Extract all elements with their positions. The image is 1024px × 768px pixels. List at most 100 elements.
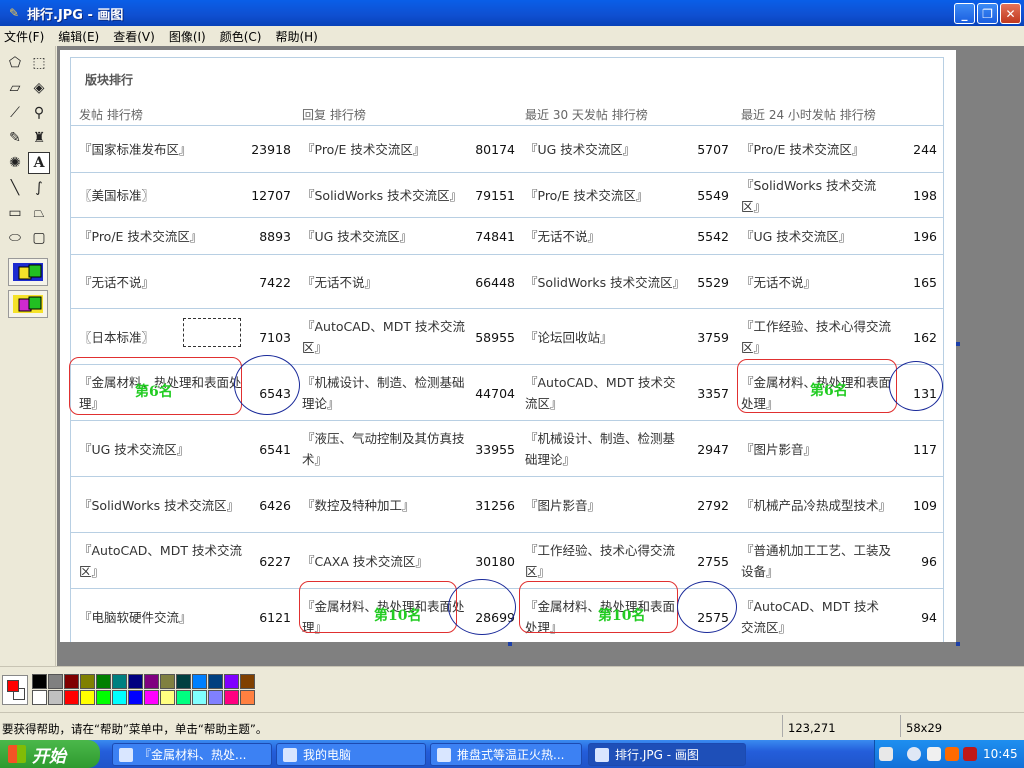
- menu-view[interactable]: 查看(V): [113, 28, 155, 45]
- table-row: 『国家标准发布区』 23918 『Pro/E 技术交流区』 80174 『UG 技术交流…: [71, 125, 943, 172]
- forum-name-cell: 『SolidWorks 技术交流区』: [79, 497, 240, 513]
- forum-name-cell: 『普通机加工工艺、工装及设备』: [741, 543, 892, 579]
- post-count-cell: 162: [913, 329, 937, 345]
- post-count-cell: 5542: [697, 229, 729, 244]
- forum-name-cell: 『AutoCAD、MDT 技术交流区』: [302, 319, 465, 355]
- foreground-color: [7, 680, 19, 692]
- color-swatch[interactable]: [96, 674, 111, 689]
- post-count-cell: 244: [913, 142, 937, 157]
- color-swatch[interactable]: [112, 690, 127, 705]
- forum-ranking-table: 版块排行 发帖 排行榜 回复 排行榜 最近 30 天发帖 排行榜 最近 24 小…: [70, 57, 944, 642]
- color-swatch[interactable]: [224, 690, 239, 705]
- post-count-cell: 2947: [697, 441, 729, 457]
- color-swatch[interactable]: [48, 690, 63, 705]
- color-swatch[interactable]: [64, 690, 79, 705]
- title-bar[interactable]: ✎ 排行.JPG - 画图 _ ❐ ✕: [0, 0, 1024, 26]
- color-swatch[interactable]: [64, 674, 79, 689]
- status-help-text: 要获得帮助，请在“帮助”菜单中，单击“帮助主题”。: [2, 722, 268, 736]
- taskbar-item[interactable]: 排行.JPG - 画图: [588, 743, 746, 766]
- current-colors: [2, 675, 28, 705]
- canvas-area: 版块排行 发帖 排行榜 回复 排行榜 最近 30 天发帖 排行榜 最近 24 小…: [57, 46, 1024, 666]
- table-title: 版块排行: [85, 73, 134, 87]
- forum-name-cell: 『图片影音』: [525, 497, 601, 513]
- menu-edit[interactable]: 编辑(E): [58, 28, 99, 45]
- antivirus-icon[interactable]: [945, 747, 959, 761]
- text-selection-box[interactable]: [183, 318, 241, 347]
- color-swatch[interactable]: [80, 674, 95, 689]
- ellipse-icon[interactable]: ⬭: [4, 227, 26, 249]
- picker-icon[interactable]: ⟋: [4, 102, 26, 124]
- rank-label: 第6名: [135, 384, 173, 400]
- free-select-icon[interactable]: ⬠: [4, 52, 26, 74]
- forum-name-cell: 『机械设计、制造、检测基础理论』: [525, 431, 676, 467]
- start-button[interactable]: 开始: [0, 740, 100, 768]
- menu-help[interactable]: 帮助(H): [275, 28, 317, 45]
- color-swatch[interactable]: [240, 690, 255, 705]
- resize-handle[interactable]: [956, 342, 960, 346]
- menu-file[interactable]: 文件(F): [4, 28, 44, 45]
- color-swatch[interactable]: [48, 674, 63, 689]
- text-icon[interactable]: A: [28, 152, 50, 174]
- color-swatch[interactable]: [192, 674, 207, 689]
- transparent-option[interactable]: [8, 290, 48, 318]
- network-icon[interactable]: [927, 747, 941, 761]
- curve-icon[interactable]: ∫: [28, 177, 50, 199]
- kaspersky-icon[interactable]: [963, 747, 977, 761]
- minimize-button[interactable]: _: [954, 3, 975, 24]
- color-swatch[interactable]: [32, 690, 47, 705]
- color-swatch[interactable]: [208, 674, 223, 689]
- rect-select-icon[interactable]: ⬚: [28, 52, 50, 74]
- color-swatch[interactable]: [144, 674, 159, 689]
- brush-icon[interactable]: ♜: [28, 127, 50, 149]
- color-swatch[interactable]: [160, 690, 175, 705]
- menu-image[interactable]: 图像(I): [169, 28, 206, 45]
- line-icon[interactable]: ╲: [4, 177, 26, 199]
- pencil-icon[interactable]: ✎: [4, 127, 26, 149]
- back-icon[interactable]: [907, 747, 921, 761]
- resize-handle[interactable]: [508, 642, 512, 646]
- color-swatch[interactable]: [224, 674, 239, 689]
- drawing-canvas[interactable]: 版块排行 发帖 排行榜 回复 排行榜 最近 30 天发帖 排行榜 最近 24 小…: [60, 50, 956, 642]
- eraser-icon[interactable]: ▱: [4, 77, 26, 99]
- post-count-cell: 6541: [259, 441, 291, 457]
- airbrush-icon[interactable]: ✺: [4, 152, 26, 174]
- post-count-cell: 109: [913, 497, 937, 513]
- color-swatch[interactable]: [240, 674, 255, 689]
- taskbar-item[interactable]: 我的电脑: [276, 743, 426, 766]
- polygon-icon[interactable]: ⏢: [28, 202, 50, 224]
- rectangle-icon[interactable]: ▭: [4, 202, 26, 224]
- forum-name-cell: 『UG 技术交流区』: [741, 229, 852, 244]
- color-swatch[interactable]: [32, 674, 47, 689]
- color-swatch[interactable]: [112, 674, 127, 689]
- color-swatch[interactable]: [128, 674, 143, 689]
- color-swatch[interactable]: [128, 690, 143, 705]
- color-swatch[interactable]: [176, 690, 191, 705]
- post-count-cell: 196: [913, 229, 937, 244]
- fill-icon[interactable]: ◈: [28, 77, 50, 99]
- forum-name-cell: 『无话不说』: [741, 274, 817, 290]
- computer-icon: [283, 747, 297, 762]
- maximize-button[interactable]: ❐: [977, 3, 998, 24]
- rounded-rect-icon[interactable]: ▢: [28, 227, 50, 249]
- resize-handle[interactable]: [956, 642, 960, 646]
- menu-colors[interactable]: 颜色(C): [220, 28, 262, 45]
- paint-app-icon[interactable]: ✎: [6, 5, 22, 21]
- color-swatch[interactable]: [208, 690, 223, 705]
- taskbar-item[interactable]: 推盘式等温正火热...: [430, 743, 582, 766]
- table-row: 〖美国标准〗 12707 『SolidWorks 技术交流区』 79151 『Pro/E…: [71, 172, 943, 217]
- opaque-option[interactable]: [8, 258, 48, 286]
- color-swatch[interactable]: [176, 674, 191, 689]
- color-swatch[interactable]: [160, 674, 175, 689]
- forum-name-cell: 『UG 技术交流区』: [302, 229, 413, 244]
- post-count-cell: 198: [913, 188, 937, 203]
- color-swatch[interactable]: [96, 690, 111, 705]
- magnifier-icon[interactable]: ⚲: [28, 102, 50, 124]
- keyboard-icon[interactable]: [879, 747, 893, 761]
- clock: 10:45: [983, 747, 1018, 761]
- color-swatch[interactable]: [144, 690, 159, 705]
- color-swatch[interactable]: [192, 690, 207, 705]
- taskbar-item[interactable]: 『金属材料、热处...: [112, 743, 272, 766]
- color-swatch[interactable]: [80, 690, 95, 705]
- close-button[interactable]: ✕: [1000, 3, 1021, 24]
- menu-bar: 文件(F) 编辑(E) 查看(V) 图像(I) 颜色(C) 帮助(H): [0, 26, 1024, 46]
